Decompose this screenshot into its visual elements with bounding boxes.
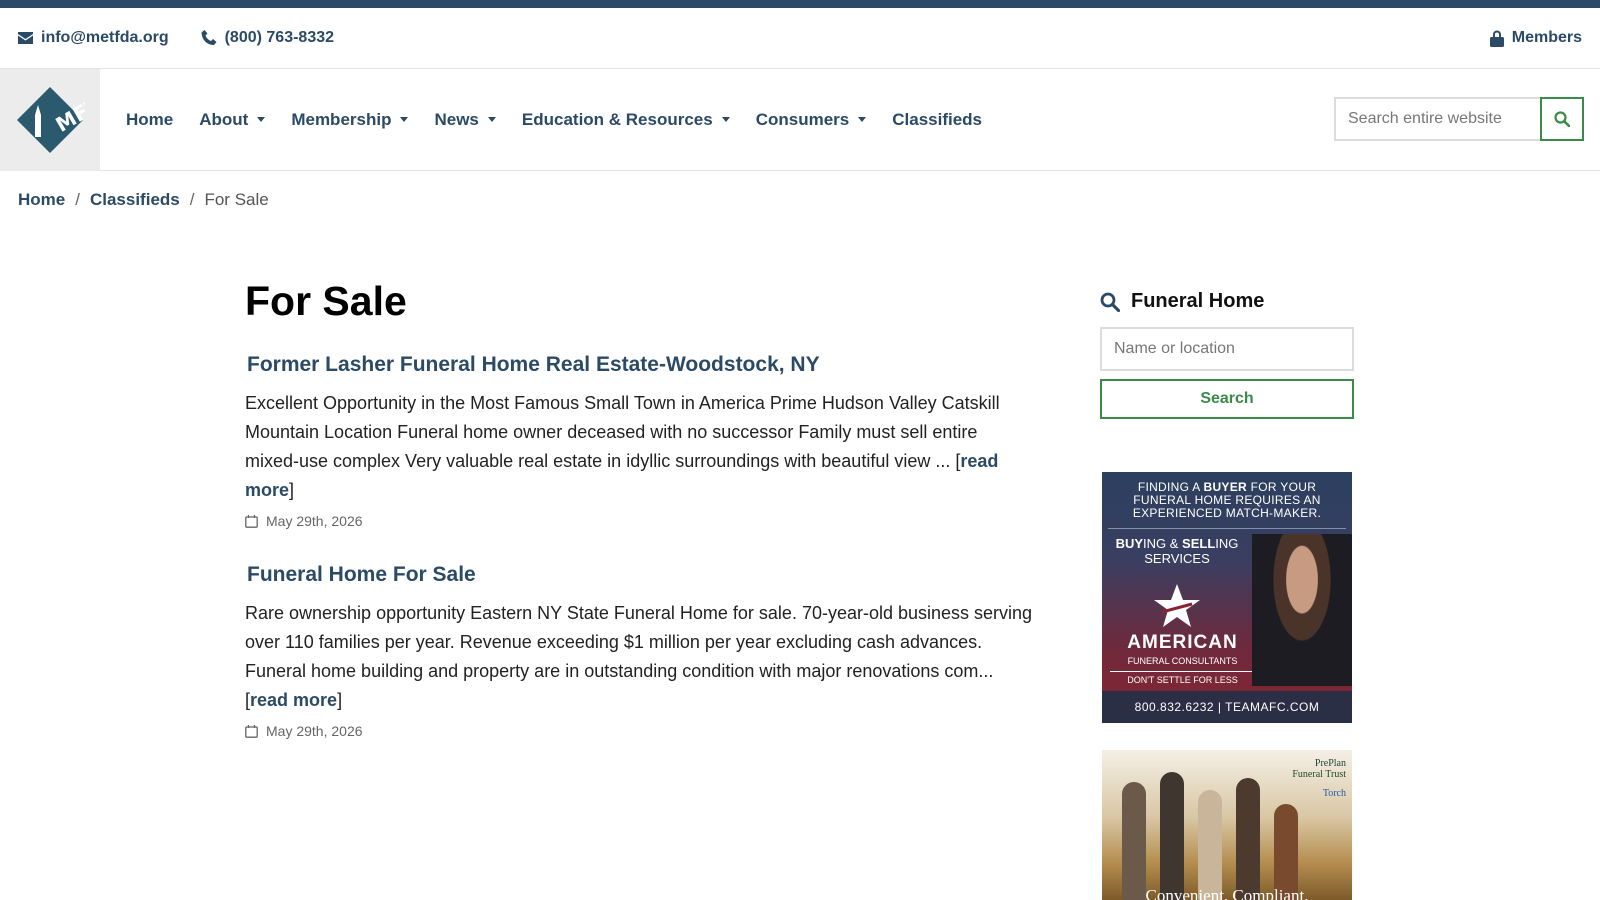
nav-membership-label: Membership (291, 109, 392, 129)
phone-link[interactable]: (800) 763-8332 (201, 29, 334, 47)
ad-person-figure (1122, 782, 1146, 900)
nav-home[interactable]: Home (126, 110, 173, 130)
ad-person-figure (1160, 772, 1184, 900)
post-date: May 29th, 2026 (245, 723, 1045, 739)
advertisement-american-funeral-consultants[interactable]: FINDING A BUYER FOR YOUR FUNERAL HOME RE… (1102, 472, 1352, 723)
top-accent-bar (0, 0, 1600, 8)
site-search-input[interactable] (1334, 97, 1540, 141)
ad-buy-text: ING & (1143, 536, 1183, 551)
ad-person-figure (1198, 790, 1222, 900)
caret-down-icon (257, 117, 266, 122)
post-date-text: May 29th, 2026 (266, 723, 363, 739)
nav-home-label: Home (126, 109, 174, 129)
nav-membership[interactable]: Membership (291, 109, 409, 130)
post-title-link[interactable]: Former Lasher Funeral Home Real Estate-W… (247, 353, 1045, 377)
calendar-icon (245, 514, 258, 528)
ad-slogan: DON'T SETTLE FOR LESS (1110, 671, 1255, 685)
breadcrumb: Home / Classifieds / For Sale (18, 190, 269, 210)
members-area: Members (1489, 29, 1582, 47)
breadcrumb-separator: / (75, 190, 80, 209)
calendar-icon (245, 724, 258, 738)
site-search (1334, 97, 1584, 141)
ad-headline-bold: BUYER (1203, 480, 1248, 494)
ad-portrait-image (1252, 534, 1352, 686)
breadcrumb-separator: / (189, 190, 195, 209)
ad-person-figure (1236, 778, 1260, 900)
nav-classifieds-label: Classifieds (892, 109, 983, 129)
classified-post: Former Lasher Funeral Home Real Estate-W… (245, 353, 1045, 529)
post-excerpt-text: Rare ownership opportunity Eastern NY St… (245, 603, 1033, 710)
advertisement-preplan-funeral-trust[interactable]: PrePlan Funeral Trust Torch Convenient. … (1102, 750, 1352, 900)
members-link[interactable]: Members (1489, 29, 1582, 47)
ad-brand-sub: FUNERAL CONSULTANTS (1127, 656, 1238, 666)
widget-heading-text: Funeral Home (1131, 290, 1265, 312)
funeral-home-search-widget: Funeral Home Search (1100, 290, 1354, 419)
post-date-text: May 29th, 2026 (266, 513, 363, 529)
phone-text: (800) 763-8332 (224, 29, 335, 46)
ad-headline-text: FINDING A (1137, 480, 1204, 494)
contact-links: info@metfda.org (800) 763-8332 (18, 29, 334, 47)
site-search-button[interactable] (1540, 97, 1584, 141)
ad-torch-logo: Torch (1322, 788, 1346, 799)
read-more-bracket: ] (337, 690, 343, 710)
post-excerpt: Excellent Opportunity in the Most Famous… (245, 389, 1035, 505)
envelope-icon (18, 32, 33, 44)
ad-brand-name: AMERICAN (1127, 632, 1238, 653)
ad-divider (1108, 528, 1346, 529)
breadcrumb-current: For Sale (204, 190, 269, 209)
nav-classifieds[interactable]: Classifieds (892, 110, 982, 130)
members-label: Members (1511, 29, 1582, 46)
post-date: May 29th, 2026 (245, 513, 1045, 529)
post-excerpt-text: Excellent Opportunity in the Most Famous… (245, 393, 1000, 471)
ad-preplan-logo-name: PrePlan (1314, 758, 1346, 769)
nav-news[interactable]: News (434, 109, 496, 130)
nav-about[interactable]: About (199, 109, 266, 130)
funeral-home-search-input[interactable] (1100, 327, 1354, 371)
nav-consumers[interactable]: Consumers (756, 110, 867, 130)
ad-family-image (1122, 772, 1298, 900)
ad-footer: 800.832.6232 | TEAMAFC.COM (1102, 691, 1352, 723)
menu-bar: Home About Membership News Education & R… (126, 110, 1008, 130)
nav-education-resources[interactable]: Education & Resources (522, 110, 730, 130)
nav-news-label: News (434, 109, 479, 129)
ad-preplan-logo-sub: Funeral Trust (1292, 769, 1346, 780)
site-logo[interactable]: MFT (0, 68, 100, 171)
caret-down-icon (858, 117, 867, 122)
email-text: info@metfda.org (41, 29, 169, 46)
post-excerpt: Rare ownership opportunity Eastern NY St… (245, 599, 1035, 715)
star-icon (1154, 584, 1200, 627)
ad-sell-bold: SELL (1182, 536, 1216, 551)
caret-down-icon (721, 117, 730, 122)
search-icon (1554, 111, 1570, 127)
ad-headline: FINDING A BUYER FOR YOUR FUNERAL HOME RE… (1102, 472, 1352, 520)
post-title-link[interactable]: Funeral Home For Sale (247, 563, 1045, 587)
caret-down-icon (400, 117, 409, 122)
search-icon (1100, 292, 1120, 312)
nav-about-label: About (199, 109, 249, 129)
breadcrumb-classifieds[interactable]: Classifieds (90, 190, 180, 210)
ad-brand: AMERICAN FUNERAL CONSULTANTS DON'T SETTL… (1110, 632, 1255, 685)
phone-icon (201, 30, 217, 45)
breadcrumb-home[interactable]: Home (18, 190, 65, 210)
read-more-bracket: ] (289, 480, 295, 500)
classified-post: Funeral Home For Sale Rare ownership opp… (245, 563, 1045, 739)
ad-tagline: Convenient. Compliant. (1145, 886, 1309, 900)
met-logo-icon: MFT (17, 86, 85, 153)
main-content: For Sale Former Lasher Funeral Home Real… (245, 278, 1045, 773)
widget-heading: Funeral Home (1100, 290, 1354, 313)
caret-down-icon (487, 117, 496, 122)
read-more-link[interactable]: read more (250, 690, 337, 710)
ad-preplan-logo: PrePlan Funeral Trust Torch (1292, 758, 1346, 799)
lock-icon (1489, 30, 1504, 47)
funeral-home-search-button[interactable]: Search (1100, 379, 1354, 419)
ad-services-text: BUYING & SELLING SERVICES (1112, 536, 1242, 566)
utility-bar: info@metfda.org (800) 763-8332 Members (0, 8, 1600, 69)
page-title: For Sale (245, 278, 407, 324)
ad-buy-bold: BUY (1115, 536, 1144, 551)
nav-education-label: Education & Resources (521, 109, 713, 129)
nav-consumers-label: Consumers (755, 109, 850, 129)
main-navigation: MFT Home About Membership News Education… (0, 68, 1600, 171)
email-link[interactable]: info@metfda.org (18, 29, 169, 47)
